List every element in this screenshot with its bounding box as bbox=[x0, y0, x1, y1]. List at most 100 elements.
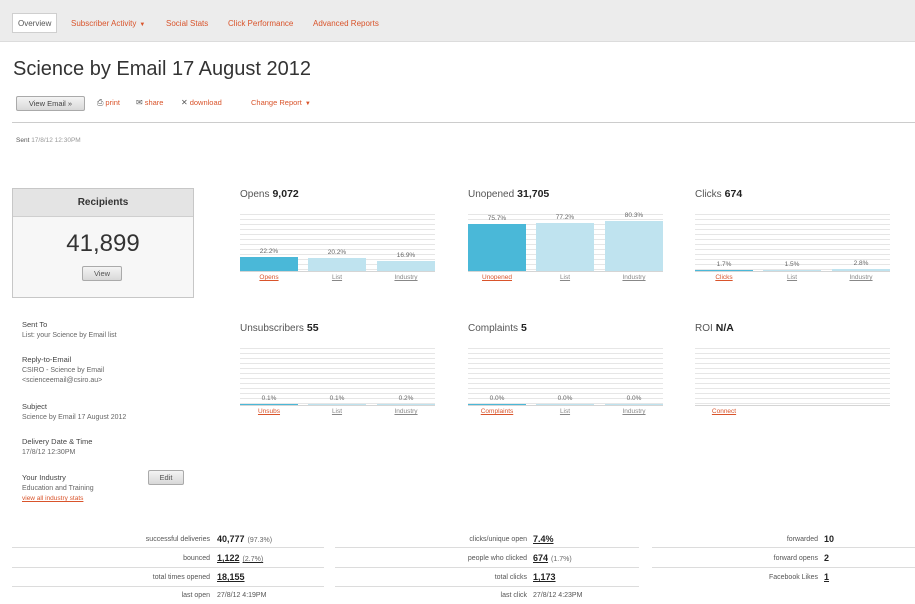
chart-complaints: Complaints 5 0.0% 0.0% 0.0% Complaints List Ind… bbox=[468, 322, 663, 432]
sent-value: 17/8/12 12:30PM bbox=[31, 137, 81, 144]
page-title: Science by Email 17 August 2012 bbox=[13, 58, 311, 80]
bar-value-label: 1.5% bbox=[784, 261, 800, 268]
chart-title: Unopened 31,705 bbox=[468, 188, 549, 200]
stat-label: successful deliveries bbox=[145, 536, 210, 543]
stat-number: 1,122 bbox=[217, 553, 240, 563]
bar bbox=[536, 404, 594, 405]
chart-total: 31,705 bbox=[517, 188, 550, 200]
category-link[interactable]: Opens bbox=[240, 274, 298, 281]
stat-value[interactable]: 674 (1.7%) bbox=[533, 553, 572, 563]
stat-value[interactable]: 7.4% bbox=[533, 534, 554, 544]
tab-overview[interactable]: Overview bbox=[12, 13, 58, 33]
chart-title-label: Unopened bbox=[468, 189, 515, 200]
bar-value-label: 75.7% bbox=[487, 215, 507, 222]
print-icon: ⎙ bbox=[97, 98, 104, 107]
view-recipients-button[interactable]: View bbox=[82, 266, 122, 281]
stat-value[interactable]: 1,122 (2.7%) bbox=[217, 553, 263, 563]
edit-industry-button[interactable]: Edit bbox=[148, 470, 184, 485]
download-link[interactable]: ✕ download bbox=[181, 98, 222, 107]
divider bbox=[335, 547, 639, 548]
divider bbox=[335, 567, 639, 568]
category-link[interactable]: List bbox=[763, 274, 821, 281]
stat-label: last click bbox=[500, 592, 527, 599]
stat-value: 10 bbox=[824, 534, 835, 544]
chart-opens: Opens 9,072 22.2% 20.2% 16.9% Opens List Indust… bbox=[240, 188, 435, 298]
chart-title-label: ROI bbox=[695, 323, 713, 334]
reply-to-label: Reply-to-Email bbox=[22, 355, 72, 364]
bar bbox=[695, 270, 753, 271]
category-link[interactable]: Clicks bbox=[695, 274, 753, 281]
bar-value-label: 22.2% bbox=[259, 248, 279, 255]
bar bbox=[536, 223, 594, 271]
tab-subscriber-activity[interactable]: Subscriber Activity ▼ bbox=[71, 14, 145, 34]
category-link[interactable]: Unsubs bbox=[240, 408, 298, 415]
chart-plot: 0.1% 0.1% 0.2% bbox=[240, 344, 435, 406]
chart-title-label: Opens bbox=[240, 189, 270, 200]
chart-title-label: Clicks bbox=[695, 189, 722, 200]
tab-click-performance[interactable]: Click Performance bbox=[228, 14, 293, 34]
chart-title-label: Complaints bbox=[468, 323, 519, 334]
stat-value[interactable]: 1,173 bbox=[533, 572, 556, 582]
category-link[interactable]: Industry bbox=[605, 408, 663, 415]
subject-label: Subject bbox=[22, 402, 48, 411]
category-link[interactable]: List bbox=[308, 274, 366, 281]
chart-title: ROI N/A bbox=[695, 322, 734, 334]
stat-label: last open bbox=[181, 592, 210, 599]
change-report-link[interactable]: Change Report ▼ bbox=[251, 98, 311, 107]
chart-unopened: Unopened 31,705 75.7% 77.2% 80.3% Unopened Lis… bbox=[468, 188, 663, 298]
print-link[interactable]: ⎙ print bbox=[97, 98, 120, 108]
category-link[interactable]: List bbox=[308, 408, 366, 415]
tab-label: Overview bbox=[18, 19, 52, 28]
stat-number: 40,777 bbox=[217, 534, 245, 544]
chart-roi: ROI N/A Connect bbox=[695, 322, 890, 432]
tab-label: Click Performance bbox=[228, 19, 294, 28]
stat-value[interactable]: 18,155 bbox=[217, 572, 245, 582]
bar bbox=[605, 404, 663, 405]
top-nav: Overview Subscriber Activity ▼ Social Sta… bbox=[0, 0, 915, 42]
bar-value-label: 0.2% bbox=[398, 395, 414, 402]
category-link[interactable]: Industry bbox=[605, 274, 663, 281]
view-industry-stats-link[interactable]: view all industry stats bbox=[22, 495, 83, 502]
bar bbox=[468, 404, 526, 405]
stat-label: bounced bbox=[183, 555, 210, 562]
tab-label: Social Stats bbox=[166, 19, 209, 28]
sent-info: Sent 17/8/12 12:30PM bbox=[16, 137, 81, 144]
recipients-count: 41,899 bbox=[66, 230, 140, 257]
chart-unsubscribers: Unsubscribers 55 0.1% 0.1% 0.2% Unsubs List Ind… bbox=[240, 322, 435, 432]
delivery-label: Delivery Date & Time bbox=[22, 437, 93, 446]
category-link[interactable]: Connect bbox=[695, 408, 753, 415]
sent-label: Sent bbox=[16, 137, 30, 144]
category-link[interactable]: Unopened bbox=[468, 274, 526, 281]
bar bbox=[308, 404, 366, 405]
bar bbox=[377, 261, 435, 271]
category-link[interactable]: Industry bbox=[377, 274, 435, 281]
stat-label: total times opened bbox=[152, 574, 210, 581]
bar-value-label: 80.3% bbox=[624, 212, 644, 219]
stat-label: clicks/unique open bbox=[469, 536, 527, 543]
category-link[interactable]: List bbox=[536, 408, 594, 415]
stat-number: 674 bbox=[533, 553, 549, 563]
category-link[interactable]: Industry bbox=[832, 274, 890, 281]
chevron-down-icon: ▼ bbox=[139, 22, 146, 28]
tab-advanced-reports[interactable]: Advanced Reports bbox=[313, 14, 379, 34]
category-link[interactable]: Complaints bbox=[468, 408, 526, 415]
change-report-label: Change Report bbox=[251, 98, 302, 107]
chart-total: 674 bbox=[724, 188, 743, 200]
view-email-button[interactable]: View Email » bbox=[16, 96, 85, 111]
tab-label: Subscriber Activity bbox=[71, 19, 137, 28]
recipients-box: Recipients 41,899 View bbox=[12, 188, 194, 298]
stat-value[interactable]: 1 bbox=[824, 572, 829, 582]
tab-social-stats[interactable]: Social Stats bbox=[166, 14, 208, 34]
chart-title: Opens 9,072 bbox=[240, 188, 299, 200]
category-link[interactable]: List bbox=[536, 274, 594, 281]
chart-title-label: Unsubscribers bbox=[240, 323, 304, 334]
share-link[interactable]: ✉ share bbox=[136, 98, 163, 107]
category-link[interactable]: Industry bbox=[377, 408, 435, 415]
chart-plot: 0.0% 0.0% 0.0% bbox=[468, 344, 663, 406]
industry-value: Education and Training bbox=[22, 485, 94, 492]
chart-total: N/A bbox=[715, 322, 734, 334]
chart-title: Complaints 5 bbox=[468, 322, 527, 334]
chart-total: 55 bbox=[306, 322, 319, 334]
bar-value-label: 0.0% bbox=[489, 395, 505, 402]
divider bbox=[12, 567, 324, 568]
